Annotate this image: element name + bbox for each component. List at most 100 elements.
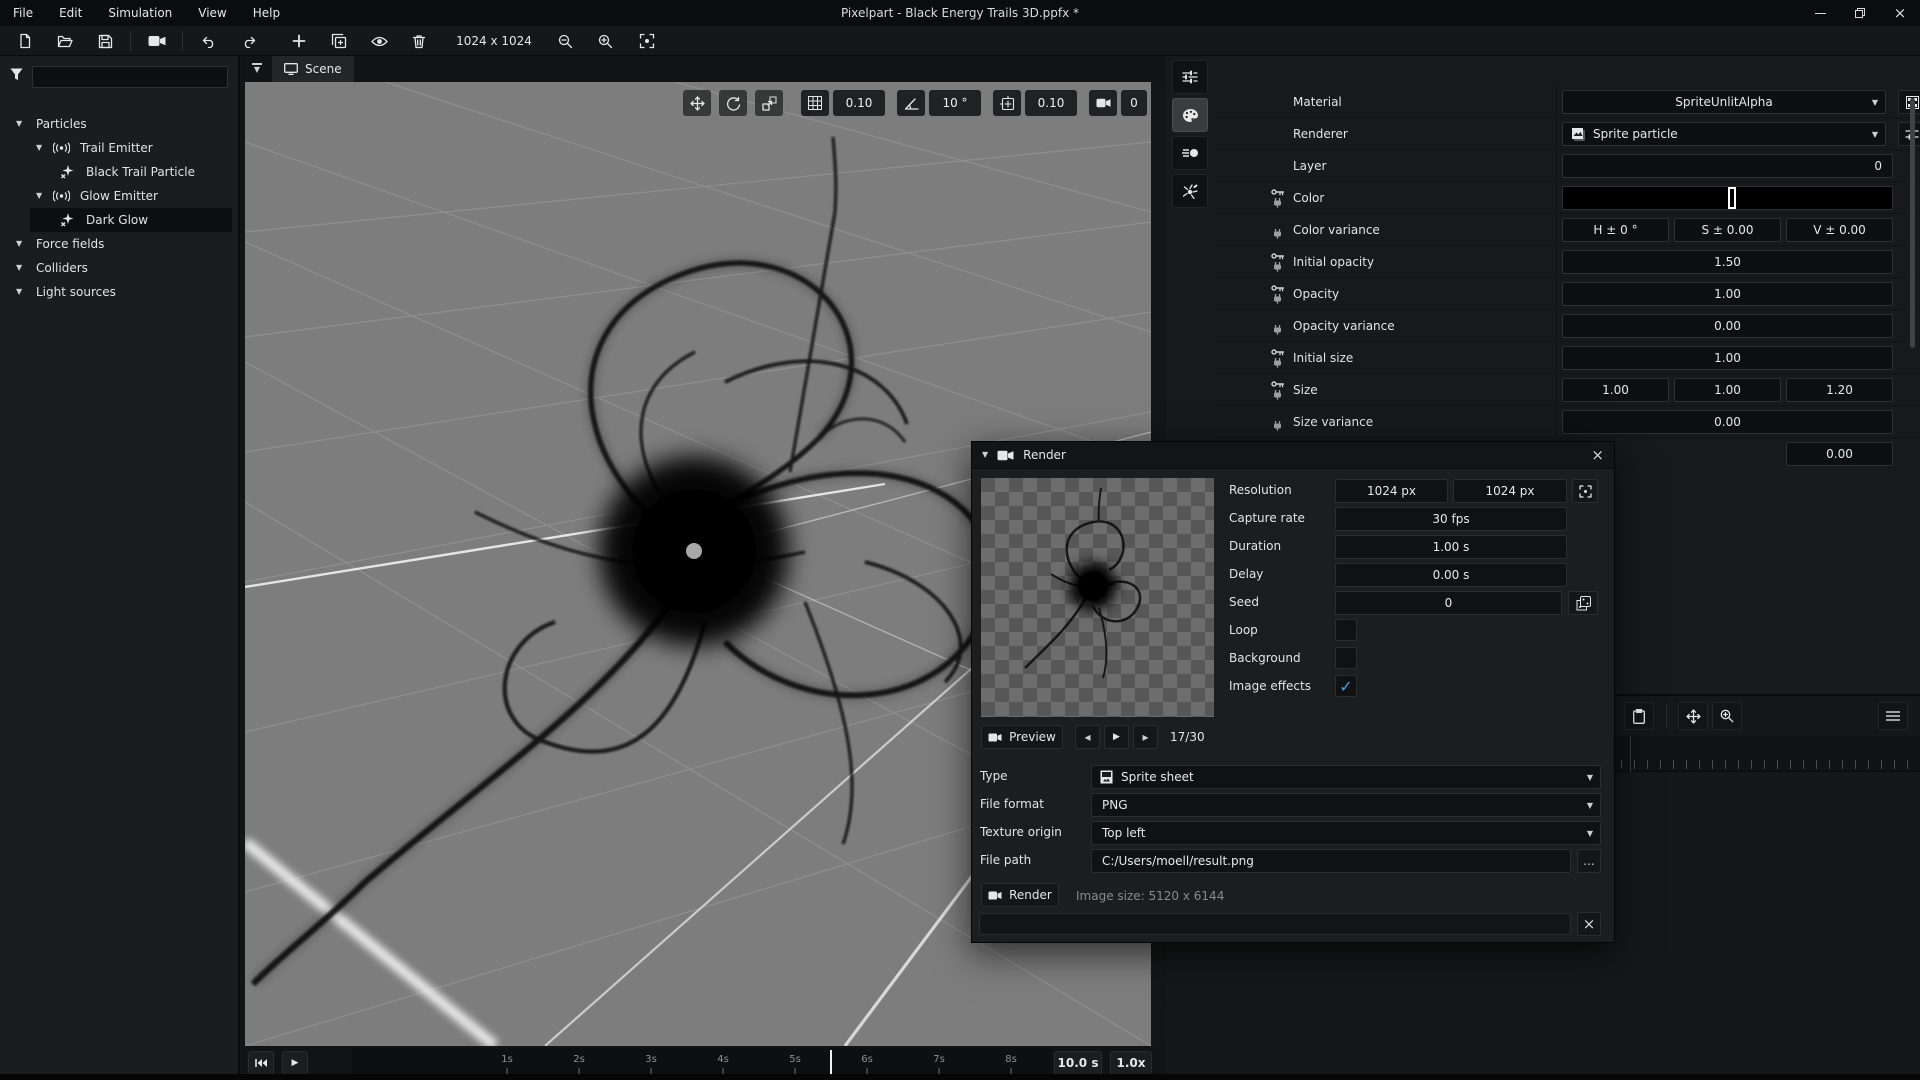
size-x-field[interactable]: 1.00 [1562,378,1669,402]
zoom-out-button[interactable] [550,28,580,54]
texture-origin-dropdown[interactable]: Top left▼ [1091,821,1601,845]
tree-item-colliders[interactable]: ▼ Colliders [0,256,240,280]
initial-opacity-field[interactable]: 1.50 [1562,250,1893,274]
object-filter-input[interactable] [32,66,228,88]
menu-help[interactable]: Help [240,0,293,26]
browse-button[interactable]: ... [1577,849,1601,873]
keyframe-icon[interactable] [1271,188,1284,196]
link-icon[interactable] [1273,262,1282,272]
initial-size-field[interactable]: 1.00 [1562,346,1893,370]
hue-variance-field[interactable]: H ± 0 ° [1562,218,1669,242]
redo-button[interactable] [234,28,264,54]
properties-scrollbar[interactable] [1910,98,1915,348]
loop-checkbox[interactable] [1335,619,1357,641]
render-video-button[interactable] [142,28,172,54]
speed-field[interactable]: 1.0x [1110,1051,1152,1075]
material-dropdown[interactable]: SpriteUnlitAlpha▼ [1562,90,1886,114]
link-icon[interactable] [1273,198,1282,208]
rotate-tool-button[interactable] [719,90,747,116]
background-checkbox[interactable] [1335,647,1357,669]
cancel-render-button[interactable]: × [1577,912,1601,936]
random-seed-button[interactable] [1568,591,1598,615]
layer-field[interactable]: 0 [1562,154,1893,178]
gradient-marker[interactable] [1728,187,1736,209]
maximize-button[interactable] [1840,0,1880,26]
link-icon[interactable] [1273,390,1282,400]
render-button[interactable]: Render [981,883,1059,907]
grid-size-field[interactable]: 0.10 [833,90,885,116]
menu-simulation[interactable]: Simulation [95,0,185,26]
pan-tool-button[interactable] [1678,702,1708,730]
previous-frame-button[interactable]: ◂ [1075,725,1100,749]
size-variance-field[interactable]: 0.00 [1562,410,1893,434]
new-file-button[interactable] [10,28,40,54]
category-emission-button[interactable] [1172,60,1208,94]
skip-to-start-button[interactable] [248,1051,274,1075]
dialog-close-button[interactable]: × [1591,446,1604,464]
zoom-in-button[interactable] [590,28,620,54]
link-icon[interactable] [1273,325,1282,335]
preview-button[interactable]: Preview [981,725,1063,749]
next-frame-button[interactable]: ▸ [1133,725,1158,749]
clipboard-tool-button[interactable] [1624,702,1654,730]
image-effects-checkbox[interactable]: ✓ [1335,675,1357,697]
menu-edit[interactable]: Edit [46,0,95,26]
zoom-tool-button[interactable] [1712,702,1742,730]
expander-icon[interactable]: ▼ [16,240,22,248]
grid-snap-icon[interactable] [801,90,829,116]
undo-button[interactable] [194,28,224,54]
scale-tool-button[interactable] [755,90,783,116]
save-file-button[interactable] [90,28,120,54]
duplicate-object-button[interactable] [324,28,354,54]
keyframe-icon[interactable] [1271,348,1284,356]
keyframe-icon[interactable] [1271,380,1284,388]
tab-scene[interactable]: Scene [272,56,354,82]
play-button[interactable]: ▶ [282,1051,308,1075]
minimize-button[interactable] [1800,0,1840,26]
opacity-variance-field[interactable]: 0.00 [1562,314,1893,338]
camera-index-field[interactable]: 0 [1121,90,1147,116]
category-physics-button[interactable] [1172,174,1208,208]
expander-icon[interactable]: ▼ [36,144,42,152]
link-icon[interactable] [1273,358,1282,368]
color-gradient-bar[interactable] [1562,186,1893,210]
link-icon[interactable] [1273,229,1282,239]
partial-value-field[interactable]: 0.00 [1786,442,1893,466]
angle-snap-field[interactable]: 10 ° [929,90,981,116]
tree-item-trail-emitter[interactable]: ▼ Trail Emitter [0,136,240,160]
tree-item-particles[interactable]: ▼ Particles [0,112,240,136]
move-snap-field[interactable]: 0.10 [1025,90,1077,116]
link-icon[interactable] [1273,421,1282,431]
seed-field[interactable]: 0 [1335,591,1562,615]
capture-rate-field[interactable]: 30 fps [1335,507,1567,531]
link-icon[interactable] [1273,294,1282,304]
render-dialog-header[interactable]: ▼ Render × [972,442,1614,469]
fit-view-button[interactable] [632,28,662,54]
expander-icon[interactable]: ▼ [16,264,22,272]
renderer-settings-button[interactable] [1898,122,1920,146]
angle-snap-icon[interactable] [897,90,925,116]
expander-icon[interactable]: ▼ [16,288,22,296]
menu-view[interactable]: View [185,0,239,26]
filter-icon[interactable] [10,68,23,81]
type-dropdown[interactable]: Sprite sheet▼ [1091,765,1601,789]
material-texture-button[interactable] [1898,90,1920,114]
collapse-icon[interactable]: ▼ [982,451,988,459]
add-object-button[interactable] [284,28,314,54]
tree-item-dark-glow[interactable]: Dark Glow [30,208,232,232]
camera-icon[interactable] [1089,90,1117,116]
open-file-button[interactable] [50,28,80,54]
keyframe-icon[interactable] [1271,252,1284,260]
expander-icon[interactable]: ▼ [36,192,42,200]
category-motion-button[interactable] [1172,136,1208,170]
value-variance-field[interactable]: V ± 0.00 [1786,218,1893,242]
duration-field[interactable]: 10.0 s [1054,1051,1102,1075]
size-z-field[interactable]: 1.20 [1786,378,1893,402]
tree-item-light-sources[interactable]: ▼ Light sources [0,280,240,304]
delete-object-button[interactable] [404,28,434,54]
match-canvas-size-button[interactable] [1572,479,1598,503]
menu-file[interactable]: File [0,0,46,26]
resolution-width-field[interactable]: 1024 px [1335,479,1448,503]
move-tool-button[interactable] [683,90,711,116]
tree-item-black-trail-particle[interactable]: Black Trail Particle [0,160,240,184]
